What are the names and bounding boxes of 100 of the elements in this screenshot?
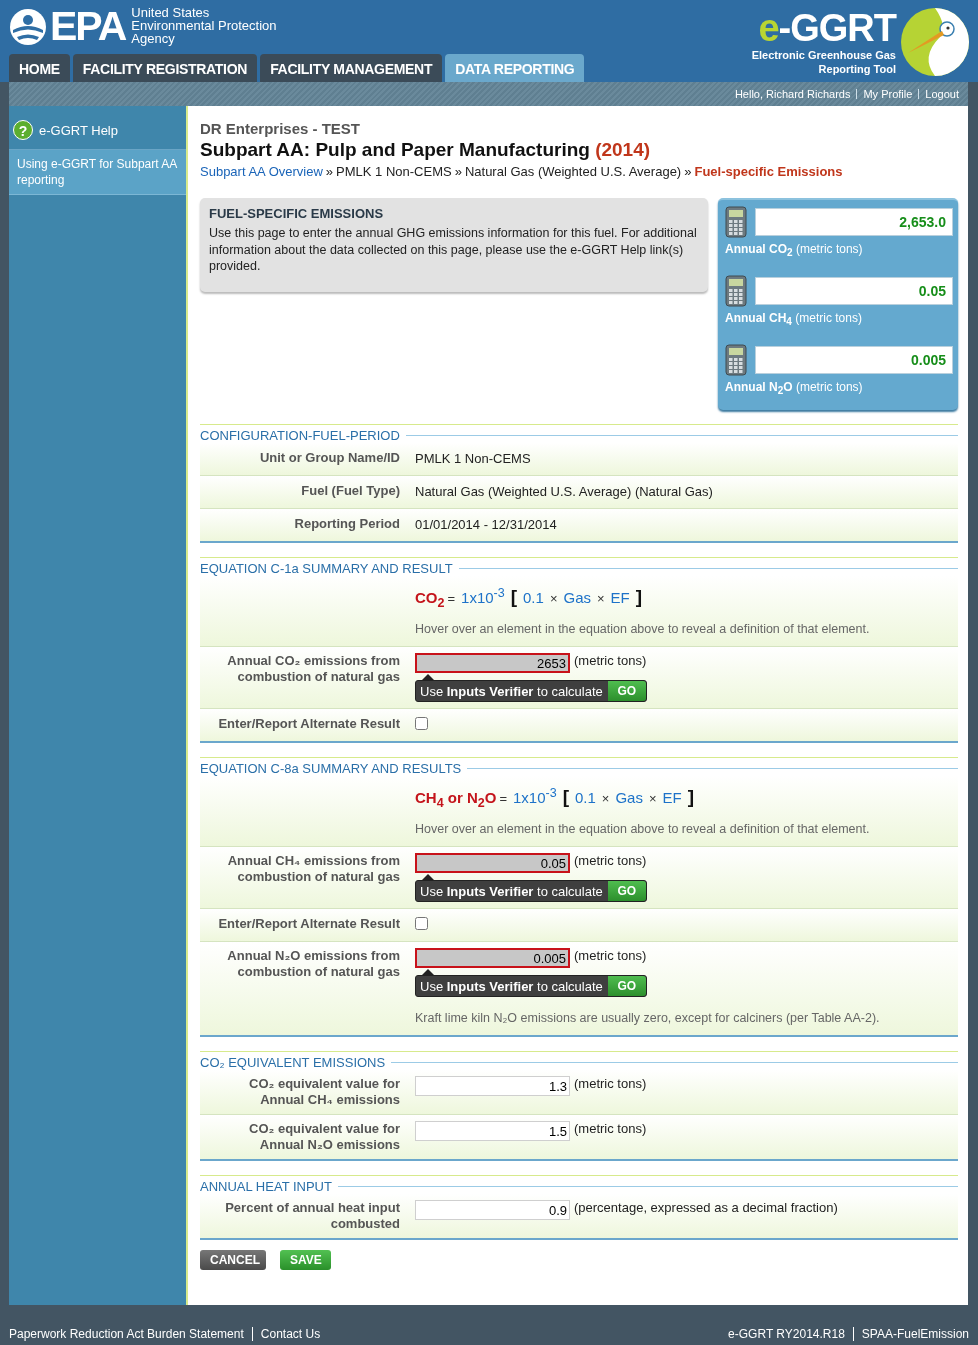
user-link[interactable]: Logout (925, 88, 959, 100)
result-field[interactable]: 2653 (415, 653, 570, 673)
equation-term[interactable]: 0.1 (575, 789, 596, 806)
input-field[interactable]: 1.3 (415, 1076, 570, 1096)
field-label: Fuel (Fuel Type) (301, 482, 400, 500)
greeting-text: Hello, Richard Richards (734, 88, 851, 100)
breadcrumb-separator: » (684, 164, 692, 179)
breadcrumb-link[interactable]: Subpart AA Overview (200, 164, 323, 179)
result-field[interactable]: 0.005 (415, 948, 570, 968)
agency-logo-text: EPA (50, 6, 126, 46)
calculator-icon (725, 206, 747, 238)
verifier-text: Use Inputs Verifier to calculate (420, 978, 604, 994)
equation-operator: × (601, 791, 610, 806)
equation-term[interactable]: Gas (615, 789, 643, 806)
note-text: Kraft lime kiln N₂O emissions are usually zero, except for calciners (per Table AA-2). (415, 1011, 881, 1025)
footer-text: SPAA-FuelEmission (852, 1327, 969, 1341)
go-button[interactable]: GO (607, 881, 646, 901)
verifier-text: Use Inputs Verifier to calculate (420, 883, 604, 899)
equation-result-term: CO$_{2}$ (415, 589, 445, 610)
agency-name: Environmental Protection (131, 19, 277, 32)
equation-bracket: [ (510, 586, 518, 608)
breadcrumb-item: PMLK 1 Non-CEMS (336, 164, 452, 179)
nav-tab[interactable]: DATA REPORTING (445, 54, 585, 82)
section-heading: CO₂ EQUIVALENT EMISSIONS (200, 1055, 386, 1070)
total-label: Annual N$_{2}$O (metric tons) (725, 380, 864, 397)
breadcrumb-separator: » (325, 164, 334, 179)
footer-link[interactable]: Paperwork Reduction Act Burden Statement (9, 1327, 252, 1341)
field-label: Enter/Report Alternate Result (218, 916, 400, 932)
field-value: 01/01/2014 - 12/31/2014 (415, 517, 557, 532)
section-heading: ANNUAL HEAT INPUT (200, 1179, 332, 1194)
nav-tab[interactable]: FACILITY MANAGEMENT (260, 54, 443, 82)
unit-text: (metric tons) (574, 653, 647, 668)
total-value: 2,653.0 (755, 208, 953, 236)
equation-term[interactable]: Gas (563, 589, 591, 606)
unit-text: (percentage, expressed as a decimal fraction) (574, 1200, 838, 1215)
verifier-text: Use Inputs Verifier to calculate (420, 683, 604, 699)
section-heading: EQUATION C-1a SUMMARY AND RESULT (200, 561, 453, 576)
result-field[interactable]: 0.05 (415, 853, 570, 873)
footer-text: e-GGRT RY2014.R18 (728, 1327, 846, 1341)
organization-name: DR Enterprises - TEST (200, 120, 362, 137)
go-button[interactable]: GO (607, 681, 646, 701)
equation-bracket: ] (635, 586, 643, 608)
field-value: Natural Gas (Weighted U.S. Average) (Natural Gas) (415, 484, 713, 499)
agency-name: United States (131, 6, 211, 19)
field-label: Annual CH₄ emissions from combustion of natural gas (226, 853, 400, 885)
calculator-icon (725, 344, 747, 376)
total-label: Annual CO$_{2}$ (metric tons) (725, 242, 864, 259)
go-button[interactable]: GO (607, 976, 646, 996)
nav-tab[interactable]: HOME (9, 54, 70, 82)
unit-text: (metric tons) (574, 853, 647, 868)
total-label: Annual CH$_{4}$ (metric tons) (725, 311, 863, 328)
field-value: PMLK 1 Non-CEMS (415, 451, 531, 466)
input-field[interactable]: 0.9 (415, 1200, 570, 1220)
equation-operator: × (597, 591, 605, 606)
section-heading: CONFIGURATION-FUEL-PERIOD (200, 428, 400, 443)
field-label: Reporting Period (294, 515, 400, 533)
equation-term[interactable]: EF (610, 589, 630, 606)
checkbox[interactable] (415, 717, 428, 730)
equation-term[interactable]: EF (662, 789, 682, 806)
user-link[interactable]: My Profile (863, 88, 913, 100)
equation-operator: = (447, 591, 456, 606)
nav-tab[interactable]: FACILITY REGISTRATION (72, 54, 258, 82)
field-label: Annual N₂O emissions from combustion of natural gas (226, 948, 400, 980)
save-button[interactable]: SAVE (280, 1250, 331, 1270)
checkbox[interactable] (415, 917, 428, 930)
equation-term[interactable]: 1x10$^{-3}$ (513, 786, 557, 806)
total-value: 0.05 (755, 277, 953, 305)
hint-text: Hover over an element in the equation above to reveal a definition of that element. (415, 822, 871, 836)
total-value: 0.005 (755, 346, 953, 374)
equation-operator: × (549, 591, 558, 606)
equation-bracket: [ (562, 786, 569, 808)
agency-name: Agency (131, 32, 176, 45)
input-field[interactable]: 1.5 (415, 1121, 570, 1141)
field-label: CO₂ equivalent value for Annual CH₄ emissions (248, 1076, 400, 1108)
equation-term[interactable]: 1x10$^{-3}$ (461, 586, 505, 606)
unit-text: (metric tons) (574, 1121, 647, 1136)
cancel-button[interactable]: CANCEL (200, 1250, 266, 1270)
footer-link[interactable]: Contact Us (251, 1327, 329, 1341)
breadcrumb-item: Fuel-specific Emissions (694, 164, 843, 179)
field-label: Unit or Group Name/ID (259, 449, 400, 467)
equation-term[interactable]: 0.1 (523, 589, 544, 606)
bird-logo-icon (900, 7, 970, 77)
equation-operator: = (499, 791, 507, 806)
page-title: Subpart AA: Pulp and Paper Manufacturing (2014) (200, 139, 652, 161)
unit-text: (metric tons) (574, 948, 647, 963)
breadcrumb-item: Natural Gas (Weighted U.S. Average) (464, 164, 682, 179)
brand-subtitle: Electronic Greenhouse Gas (751, 48, 896, 62)
breadcrumb-separator: » (454, 164, 462, 179)
brand-logo-text: e-GGRT (757, 8, 896, 48)
info-text: Use this page to enter the annual GHG emissions information for this fuel. For additional information about the data collected on this page, please use the e-GGRT Help link(s) provided. (209, 225, 698, 275)
info-heading: FUEL-SPECIFIC EMISSIONS (209, 206, 385, 221)
calculator-icon (725, 275, 747, 307)
hint-text: Hover over an element in the equation above to reveal a definition of that element. (415, 622, 871, 636)
sidebar-item[interactable]: Using e-GGRT for Subpart AA reporting (9, 150, 186, 195)
help-icon: ? (13, 120, 33, 140)
section-heading: EQUATION C-8a SUMMARY AND RESULTS (200, 761, 462, 776)
equation-bracket: ] (687, 786, 695, 808)
field-label: CO₂ equivalent value for Annual N₂O emissions (248, 1121, 400, 1153)
equation-operator: × (648, 791, 657, 806)
field-label: Enter/Report Alternate Result (218, 716, 400, 732)
